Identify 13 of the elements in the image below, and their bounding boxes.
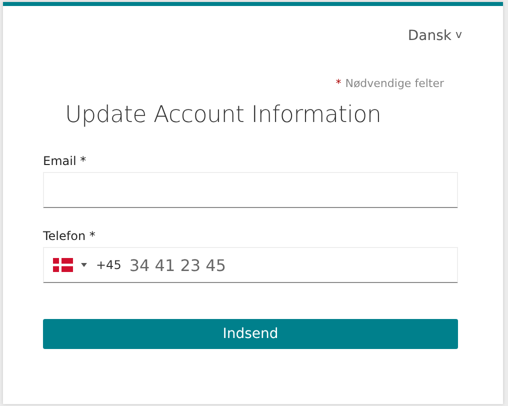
language-selector[interactable]: Dansk v bbox=[408, 28, 462, 44]
email-field[interactable] bbox=[43, 172, 458, 208]
dial-code: +45 bbox=[96, 258, 122, 272]
flag-icon[interactable] bbox=[53, 258, 73, 272]
required-note: Nødvendige felter bbox=[345, 77, 444, 90]
required-mark: * bbox=[336, 77, 342, 90]
phone-number-input[interactable]: 34 41 23 45 bbox=[121, 248, 457, 282]
page-title: Update Account Information bbox=[65, 102, 382, 128]
field-label: Email * bbox=[43, 154, 88, 169]
caret-icon[interactable] bbox=[81, 263, 87, 267]
submit-button[interactable]: Indsend bbox=[43, 319, 458, 349]
field-label: Telefon * bbox=[43, 229, 96, 244]
phone-field[interactable]: +45 34 41 23 45 bbox=[43, 247, 458, 283]
